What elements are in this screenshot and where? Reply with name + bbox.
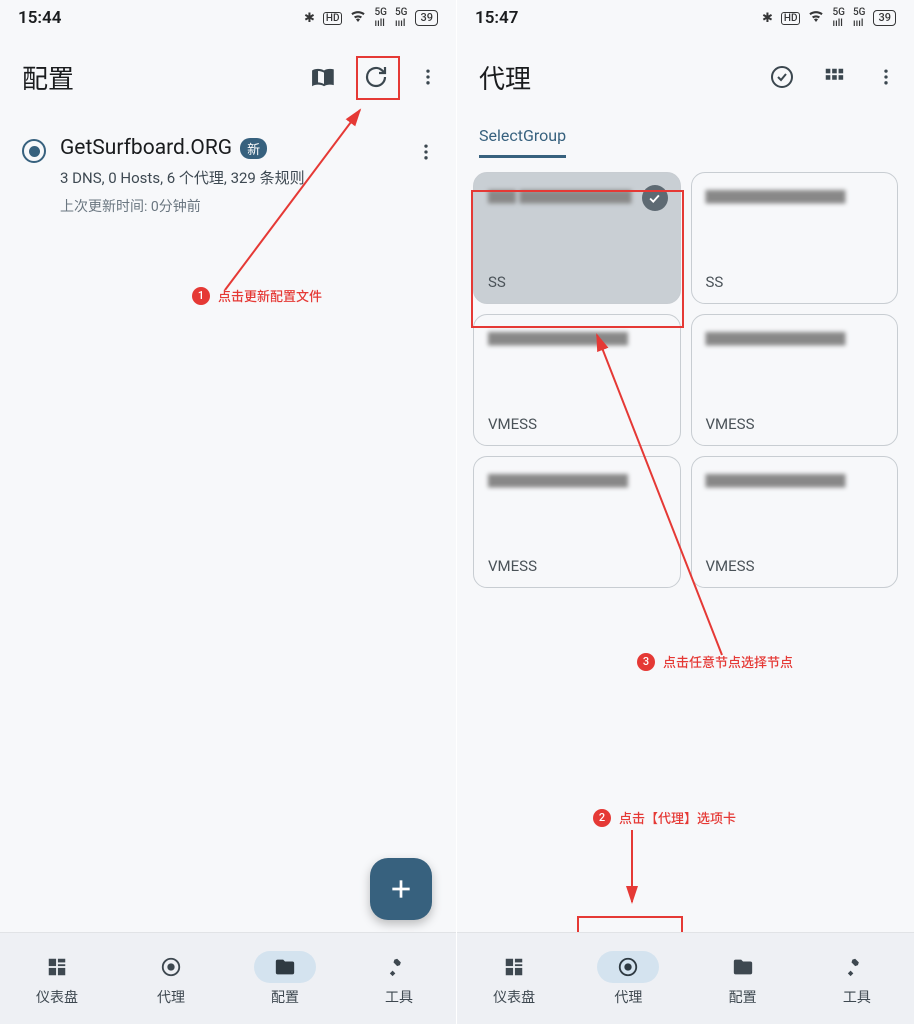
- page-title: 配置: [22, 59, 292, 96]
- nav-tools[interactable]: 工具: [800, 951, 914, 1007]
- group-tabs: SelectGroup: [457, 118, 914, 158]
- fab-add[interactable]: [370, 858, 432, 920]
- proxy-node[interactable]: ██████████ SS: [691, 172, 899, 304]
- hd-icon: HD: [781, 12, 801, 25]
- status-bar: 15:47 ✱ HD 5Gııll 5Gıııl 39: [457, 0, 914, 36]
- nav-proxy[interactable]: 代理: [114, 951, 228, 1007]
- selected-check-icon: [642, 185, 668, 211]
- nav-dashboard[interactable]: 仪表盘: [457, 951, 571, 1007]
- config-more-icon[interactable]: [406, 132, 446, 172]
- proxy-node[interactable]: ██████████ VMESS: [473, 456, 681, 588]
- proxy-protocol: VMESS: [706, 557, 755, 575]
- nav-dashboard[interactable]: 仪表盘: [0, 951, 114, 1007]
- wifi-icon: [808, 10, 824, 26]
- signal-icon-2: 5Gıııl: [853, 7, 866, 29]
- bluetooth-icon: ✱: [304, 11, 315, 26]
- book-icon[interactable]: [304, 57, 344, 97]
- proxy-protocol: VMESS: [488, 557, 537, 575]
- app-bar: 配置: [0, 36, 456, 118]
- app-bar: 代理: [457, 36, 914, 118]
- battery-icon: 39: [873, 10, 896, 26]
- radio-selected-icon[interactable]: [22, 139, 46, 163]
- check-all-icon[interactable]: [762, 57, 802, 97]
- config-item[interactable]: GetSurfboard.ORG 新 3 DNS, 0 Hosts, 6 个代理…: [0, 118, 456, 224]
- proxy-protocol: VMESS: [488, 415, 537, 433]
- new-badge: 新: [240, 138, 267, 159]
- page-title: 代理: [479, 59, 750, 96]
- status-icons: ✱ HD 5Gııll 5Gıııl 39: [762, 7, 896, 29]
- proxy-node[interactable]: ██ ████████ SS: [473, 172, 681, 304]
- proxy-node[interactable]: ██████████ VMESS: [691, 314, 899, 446]
- status-time: 15:47: [475, 8, 518, 28]
- nav-config[interactable]: 配置: [228, 951, 342, 1007]
- signal-icon-1: 5Gııll: [374, 7, 387, 29]
- battery-icon: 39: [415, 10, 438, 26]
- annotation-2: 2点击【代理】选项卡: [593, 808, 736, 827]
- config-summary: 3 DNS, 0 Hosts, 6 个代理, 329 条规则: [60, 167, 392, 188]
- signal-icon-2: 5Gıııl: [395, 7, 408, 29]
- more-icon[interactable]: [408, 57, 448, 97]
- signal-icon-1: 5Gııll: [832, 7, 845, 29]
- proxy-node[interactable]: ██████████ VMESS: [473, 314, 681, 446]
- proxy-grid: ██ ████████ SS ██████████ SS ██████████ …: [457, 158, 914, 602]
- more-icon[interactable]: [866, 57, 906, 97]
- hd-icon: HD: [323, 12, 343, 25]
- status-bar: 15:44 ✱ HD 5Gııll 5Gıııl 39: [0, 0, 456, 36]
- proxy-node[interactable]: ██████████ VMESS: [691, 456, 899, 588]
- config-title: GetSurfboard.ORG: [60, 136, 232, 160]
- config-updated: 上次更新时间: 0分钟前: [60, 196, 392, 216]
- refresh-icon[interactable]: [356, 57, 396, 97]
- nav-proxy[interactable]: 代理: [571, 951, 685, 1007]
- nav-config[interactable]: 配置: [686, 951, 800, 1007]
- proxy-protocol: SS: [488, 273, 506, 291]
- screen-proxy: 15:47 ✱ HD 5Gııll 5Gıııl 39 代理 SelectGro…: [457, 0, 914, 1024]
- bluetooth-icon: ✱: [762, 11, 773, 26]
- screen-config: 15:44 ✱ HD 5Gııll 5Gıııl 39 配置: [0, 0, 457, 1024]
- annotation-1: 1点击更新配置文件: [192, 286, 322, 305]
- grid-view-icon[interactable]: [814, 57, 854, 97]
- wifi-icon: [350, 10, 366, 26]
- status-icons: ✱ HD 5Gııll 5Gıııl 39: [304, 7, 438, 29]
- nav-tools[interactable]: 工具: [342, 951, 456, 1007]
- bottom-nav: 仪表盘 代理 配置 工具: [0, 932, 456, 1024]
- bottom-nav: 仪表盘 代理 配置 工具: [457, 932, 914, 1024]
- proxy-protocol: SS: [706, 273, 724, 291]
- status-time: 15:44: [18, 8, 61, 28]
- tab-selectgroup[interactable]: SelectGroup: [479, 118, 566, 158]
- annotation-3: 3点击任意节点选择节点: [637, 652, 793, 671]
- proxy-protocol: VMESS: [706, 415, 755, 433]
